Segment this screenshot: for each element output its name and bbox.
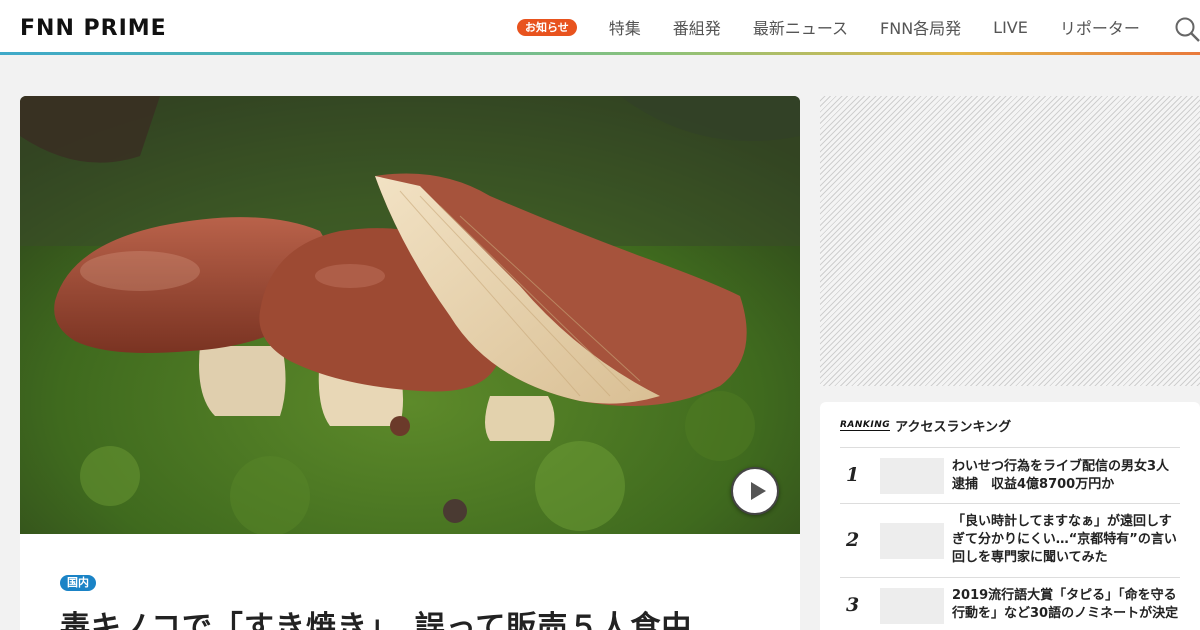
ranking-thumbnail: [880, 588, 944, 624]
nav-item-latest-news[interactable]: 最新ニュース: [753, 15, 848, 39]
ranking-title: アクセスランキング: [895, 420, 1012, 435]
rank-number: 1: [846, 464, 860, 486]
ranking-item-3[interactable]: 3 2019流行語大賞「タピる」「命を守る行動を」など30語のノミネートが決定: [840, 577, 1180, 630]
ad-slot: [820, 96, 1200, 386]
play-video-button[interactable]: [731, 467, 779, 515]
notice-badge[interactable]: お知らせ: [517, 18, 577, 36]
header-accent-line: [0, 52, 1200, 55]
article-card[interactable]: 国内 毒キノコで「すき焼き」 誤って販売５人食中: [20, 96, 800, 630]
search-icon[interactable]: [1174, 16, 1200, 42]
nav-item-live[interactable]: LIVE: [993, 18, 1028, 37]
ranking-logo: RANKING: [840, 420, 891, 431]
ranking-item-title: 「良い時計してますなぁ」が遠回しすぎて分かりにくい…“京都特有”の言い回しを専門…: [952, 514, 1177, 565]
nav-item-programs[interactable]: 番組発: [673, 15, 721, 39]
ranking-item-title: わいせつ行為をライブ配信の男女3人逮捕 収益4億8700万円か: [952, 459, 1170, 492]
ranking-panel: RANKING アクセスランキング 1 わいせつ行為をライブ配信の男女3人逮捕 …: [820, 402, 1200, 630]
rank-number: 3: [846, 594, 860, 616]
article-hero-image[interactable]: [20, 96, 800, 534]
main-nav: お知らせ 特集 番組発 最新ニュース FNN各局発 LIVE リポーター: [517, 0, 1170, 54]
ranking-thumbnail: [880, 458, 944, 494]
site-logo[interactable]: FNN PRIME: [20, 15, 167, 41]
ranking-item-title: 2019流行語大賞「タピる」「命を守る行動を」など30語のノミネートが決定: [952, 588, 1179, 621]
logo-text: FNN PRIME: [20, 15, 167, 41]
article-headline[interactable]: 毒キノコで「すき焼き」 誤って販売５人食中: [60, 602, 692, 630]
rank-number: 2: [846, 529, 860, 551]
nav-item-features[interactable]: 特集: [609, 15, 641, 39]
site-header: FNN PRIME お知らせ 特集 番組発 最新ニュース FNN各局発 LIVE…: [0, 0, 1200, 55]
ranking-item-1[interactable]: 1 わいせつ行為をライブ配信の男女3人逮捕 収益4億8700万円か: [840, 447, 1180, 503]
ranking-header: RANKING アクセスランキング: [840, 416, 1011, 435]
category-badge[interactable]: 国内: [60, 575, 96, 591]
nav-item-reporter[interactable]: リポーター: [1060, 15, 1140, 39]
ranking-item-2[interactable]: 2 「良い時計してますなぁ」が遠回しすぎて分かりにくい…“京都特有”の言い回しを…: [840, 503, 1180, 577]
nav-item-local-stations[interactable]: FNN各局発: [880, 15, 961, 39]
ranking-thumbnail: [880, 523, 944, 559]
